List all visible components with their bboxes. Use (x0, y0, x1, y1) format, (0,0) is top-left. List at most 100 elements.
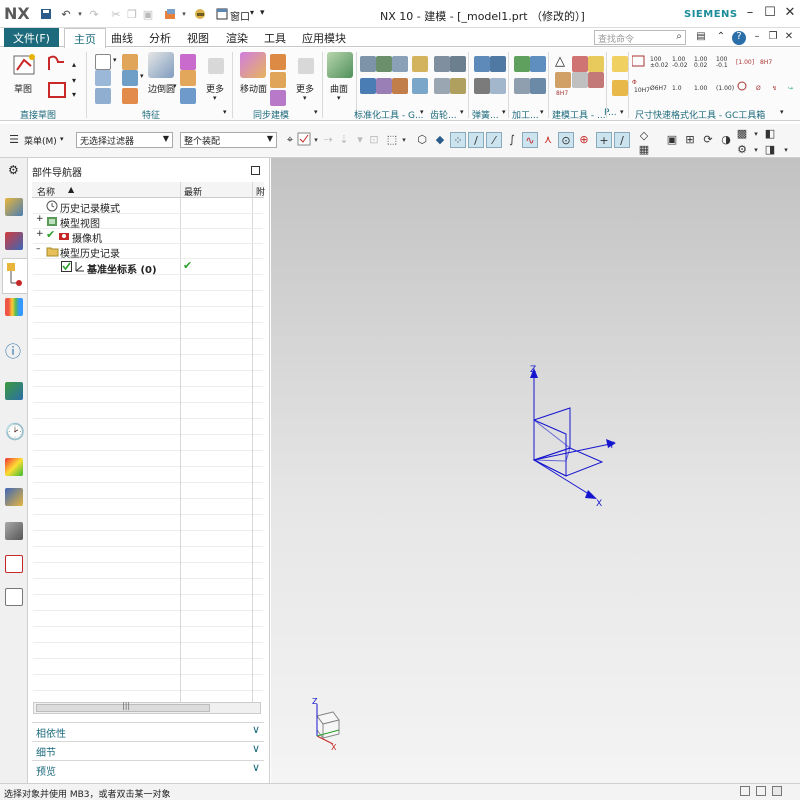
copy-icon[interactable]: ❐ (124, 6, 140, 22)
machining-face-icon[interactable] (514, 78, 530, 94)
touch-mode-icon[interactable] (192, 6, 208, 22)
machining-group-dropdown-icon[interactable]: ▾ (540, 108, 544, 116)
modeling-tool-c-icon[interactable] (555, 72, 571, 88)
system-materials-icon[interactable] (5, 458, 23, 476)
dimension-tool-2-icon[interactable] (612, 80, 628, 96)
chamfer-icon[interactable] (180, 54, 196, 70)
snap-arc-center-icon[interactable]: ⊙ (558, 132, 574, 148)
tab-file[interactable]: 文件(F) (4, 28, 59, 47)
tree-row-model-history[interactable]: – 模型历史记录 (33, 244, 263, 260)
checkbox-checked-icon[interactable] (61, 261, 72, 272)
snap-quadrant-icon[interactable]: ⊕ (576, 132, 592, 148)
type-filter-select[interactable]: 无选择过滤器 ▼ (76, 132, 173, 148)
surface-icon[interactable] (327, 52, 353, 78)
profile-icon[interactable] (46, 52, 68, 77)
panel-dependencies[interactable]: 相依性 ∨ (32, 722, 264, 740)
collapse-icon[interactable]: – (36, 244, 41, 254)
cut-icon[interactable]: ✂ (108, 6, 124, 22)
status-icon-2[interactable] (756, 786, 766, 796)
repeat-dropdown-icon[interactable]: ▾ (176, 6, 192, 22)
feature-more-dropdown-icon[interactable]: ▾ (213, 94, 217, 102)
minimize-button[interactable]: – (742, 6, 758, 22)
close-doc-button[interactable]: ✕ (782, 31, 796, 45)
process-studio-icon[interactable] (5, 488, 23, 506)
fastener-icon[interactable] (412, 78, 428, 94)
column-extra[interactable]: 附 (256, 185, 265, 198)
trim-body-icon[interactable] (180, 88, 196, 104)
gear-group-dropdown-icon[interactable]: ▾ (460, 108, 464, 116)
boolean-dropdown-icon[interactable]: ▾ (140, 72, 144, 80)
extrude-dropdown-icon[interactable]: ▾ (113, 56, 117, 64)
modeling-tool-d-icon[interactable] (572, 72, 588, 88)
draft-icon[interactable] (180, 70, 196, 86)
surface-dropdown-icon[interactable]: ▾ (337, 94, 341, 102)
machining-feature-icon[interactable] (530, 56, 546, 72)
replace-face-icon[interactable] (270, 72, 286, 88)
hd3d-tools-icon[interactable]: ⓘ (5, 338, 21, 362)
standard-part-icon[interactable] (360, 56, 376, 72)
menu-icon[interactable]: ☰ (6, 132, 22, 148)
snap-curve-icon[interactable]: ∫ (504, 132, 520, 148)
worm-gear-icon[interactable] (450, 78, 466, 94)
snap-intersection-icon[interactable]: ∿ (522, 132, 538, 148)
modeling-tool-b-icon[interactable] (588, 56, 604, 72)
panel-preview[interactable]: 预览 ∨ (32, 760, 264, 778)
navigator-maximize-button[interactable] (251, 166, 260, 175)
snap-mid-point-icon[interactable]: ⁄ (486, 132, 502, 148)
modeling-tool-e-icon[interactable] (588, 72, 604, 88)
history-icon[interactable]: 🕑 (5, 422, 25, 441)
panel-details[interactable]: 细节 ∨ (32, 741, 264, 759)
sketch-button[interactable] (12, 52, 38, 81)
feature-group-dropdown-icon[interactable]: ▾ (223, 108, 227, 116)
bolt-icon[interactable] (392, 56, 408, 72)
edge-blend-dropdown-icon[interactable]: ▾ (173, 82, 177, 90)
expand-icon[interactable]: + (36, 214, 44, 224)
modeling-tool-a-icon[interactable] (572, 56, 588, 72)
manufacturing-wizard-icon[interactable] (5, 522, 23, 540)
reuse-library-icon[interactable] (5, 298, 23, 316)
assembly-scope-select[interactable]: 整个装配 ▼ (180, 132, 277, 148)
p-group-dropdown-icon[interactable]: ▾ (620, 108, 624, 116)
rectangle-dropdown-icon[interactable]: ▾ (396, 132, 412, 148)
paste-icon[interactable]: ▣ (140, 6, 156, 22)
snap-bounded-grid-icon[interactable]: ▦ (636, 142, 652, 158)
part-navigator-tab[interactable] (2, 258, 27, 294)
spring-washer-icon[interactable] (376, 56, 392, 72)
snap-point-on-curve-icon[interactable]: ∕ (614, 132, 630, 148)
collapse-ribbon-icon[interactable]: ⌃ (714, 31, 728, 45)
modeling-triangle-icon[interactable]: △ (555, 54, 565, 69)
spring-delete-icon[interactable] (490, 78, 506, 94)
extrude-icon[interactable] (95, 54, 111, 70)
menu-button[interactable]: 菜单(M) (24, 134, 57, 147)
sketch-more-up-icon[interactable]: ▴ (72, 60, 76, 69)
compression-spring-icon[interactable] (474, 56, 490, 72)
help-icon[interactable]: ? (732, 31, 746, 45)
datum-coordinate-system[interactable]: Z Y X (500, 360, 640, 510)
component-snap-icon[interactable]: ⇣ (336, 132, 352, 148)
assembly-navigator-icon[interactable] (5, 198, 23, 216)
tree-row-camera[interactable]: + ✔ 摄像机 (33, 228, 263, 245)
tab-analysis[interactable]: 分析 (149, 30, 171, 46)
tree-row-model-views[interactable]: + 模型视图 (33, 214, 263, 230)
rectangle-icon[interactable] (46, 80, 68, 103)
window-menu-dropdown-icon[interactable]: ▾ (250, 8, 254, 17)
show-ribbon-icon[interactable]: ▤ (694, 31, 708, 45)
fit-view-icon[interactable]: ⊞ (682, 132, 698, 148)
spring-group-dropdown-icon[interactable]: ▾ (502, 108, 506, 116)
column-name[interactable]: 名称 (37, 185, 55, 198)
move-face-label[interactable]: 移动面 (240, 82, 267, 95)
feature-snap-icon[interactable]: ⇢ (320, 132, 336, 148)
restore-doc-button[interactable]: ❐ (766, 31, 780, 45)
sketch-more-dropdown-icon[interactable]: ▾ (72, 76, 76, 85)
snap-end-point-icon[interactable]: / (468, 132, 484, 148)
background-icon[interactable]: ◧ (762, 126, 778, 142)
edge-blend-label[interactable]: 边倒圆 (148, 82, 175, 95)
save-icon[interactable] (38, 6, 54, 22)
revolve-icon[interactable] (95, 70, 111, 86)
sync-more-icon[interactable] (298, 58, 314, 74)
snap-existing-point-icon[interactable]: + (596, 132, 612, 148)
minimize-doc-button[interactable]: – (750, 31, 764, 45)
window-icon[interactable] (214, 6, 230, 22)
web-browser-icon[interactable] (5, 382, 23, 400)
tab-render[interactable]: 渲染 (226, 30, 248, 46)
